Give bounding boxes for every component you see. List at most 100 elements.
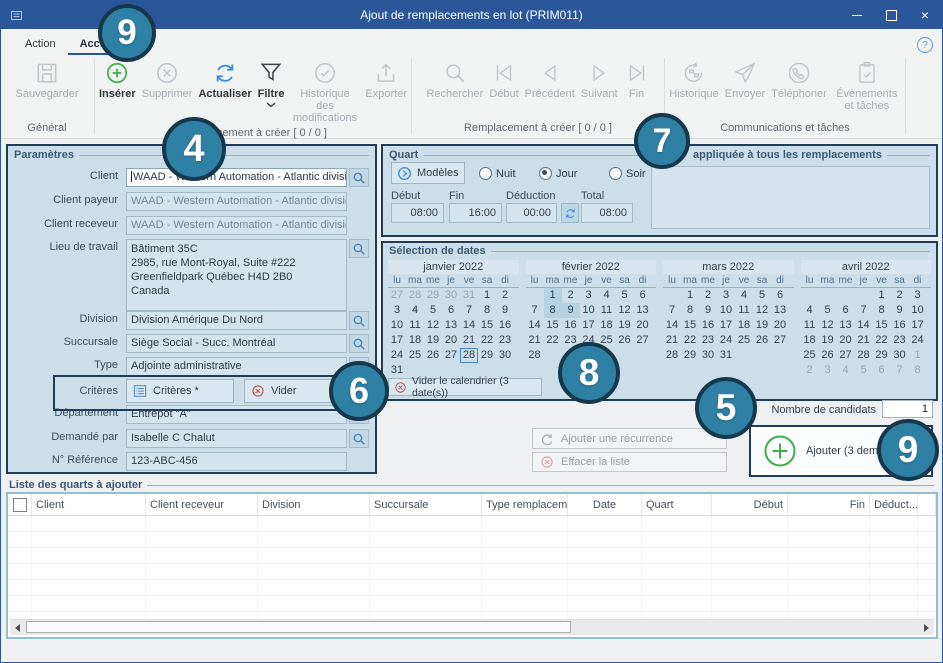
clear-list-button[interactable]: Effacer la liste bbox=[532, 452, 727, 472]
calendar-day[interactable]: 6 bbox=[442, 303, 460, 318]
calendar-day[interactable]: 15 bbox=[478, 318, 496, 333]
calendar-day[interactable]: 10 bbox=[717, 303, 735, 318]
calendar-day[interactable]: 9 bbox=[496, 303, 514, 318]
export-button[interactable]: Exporter bbox=[362, 58, 410, 102]
calendar-day[interactable]: 29 bbox=[873, 348, 891, 363]
time-field-1[interactable]: 08:00 bbox=[391, 203, 444, 223]
calendar-day[interactable]: 17 bbox=[717, 318, 735, 333]
calendar-day[interactable]: 30 bbox=[442, 288, 460, 303]
calendar-day[interactable]: 20 bbox=[771, 318, 789, 333]
calendar-day[interactable]: 12 bbox=[819, 318, 837, 333]
calendar-day[interactable]: 5 bbox=[819, 303, 837, 318]
phone-button[interactable]: Téléphoner bbox=[768, 58, 830, 102]
horizontal-scrollbar[interactable] bbox=[10, 619, 934, 635]
reference-field[interactable]: 123-ABC-456 bbox=[126, 452, 347, 471]
calendar-day[interactable]: 27 bbox=[634, 333, 652, 348]
column-header[interactable]: Division bbox=[258, 494, 370, 515]
calendar-day[interactable]: 21 bbox=[855, 333, 873, 348]
column-header[interactable]: Déduct... bbox=[870, 494, 918, 515]
insert-button[interactable]: Insérer bbox=[96, 58, 139, 102]
calendar-day[interactable]: 28 bbox=[855, 348, 873, 363]
calendar-day[interactable]: 17 bbox=[580, 318, 598, 333]
calendar-day[interactable]: 27 bbox=[771, 333, 789, 348]
calendar-day[interactable]: 11 bbox=[801, 318, 819, 333]
time-field-2[interactable]: 16:00 bbox=[449, 203, 502, 223]
calendar-day[interactable]: 23 bbox=[699, 333, 717, 348]
calendar-day[interactable]: 1 bbox=[873, 288, 891, 303]
calendar-day[interactable]: 7 bbox=[460, 303, 478, 318]
calendar-day[interactable]: 25 bbox=[406, 348, 424, 363]
send-button[interactable]: Envoyer bbox=[722, 58, 768, 102]
calendar-day[interactable]: 3 bbox=[580, 288, 598, 303]
lieu-travail-search-button[interactable] bbox=[349, 239, 369, 258]
calendar-day[interactable]: 1 bbox=[478, 288, 496, 303]
calendar-day[interactable]: 30 bbox=[496, 348, 514, 363]
calendar-day[interactable]: 4 bbox=[598, 288, 616, 303]
calendar-day[interactable]: 29 bbox=[681, 348, 699, 363]
calendar-day[interactable]: 2 bbox=[801, 363, 819, 378]
calendar-day[interactable]: 12 bbox=[616, 303, 634, 318]
calendar-day[interactable]: 15 bbox=[681, 318, 699, 333]
succursale-search-button[interactable] bbox=[349, 334, 369, 353]
history-modifications-button[interactable]: Historique des modifications bbox=[288, 58, 363, 126]
criteres-button[interactable]: Critères * bbox=[126, 379, 234, 403]
division-field[interactable]: Division Amérique Du Nord bbox=[126, 311, 347, 330]
refresh-button[interactable]: Actualiser bbox=[195, 58, 254, 102]
calendar-day[interactable]: 11 bbox=[735, 303, 753, 318]
column-header[interactable]: Quart bbox=[642, 494, 712, 515]
filter-button[interactable]: Filtre bbox=[255, 58, 288, 110]
calendar-day[interactable]: 28 bbox=[526, 348, 544, 363]
add-recurrence-button[interactable]: Ajouter une récurrence bbox=[532, 428, 727, 449]
calendar-day[interactable]: 13 bbox=[634, 303, 652, 318]
division-search-button[interactable] bbox=[349, 311, 369, 330]
delete-button[interactable]: Supprimer bbox=[139, 58, 196, 102]
calendar-day[interactable]: 21 bbox=[460, 333, 478, 348]
calendar-day[interactable]: 4 bbox=[837, 363, 855, 378]
calendar-day[interactable]: 23 bbox=[496, 333, 514, 348]
calendar-day[interactable]: 27 bbox=[388, 288, 406, 303]
calendar-day[interactable]: 25 bbox=[735, 333, 753, 348]
calendar-day[interactable]: 9 bbox=[891, 303, 909, 318]
calendar-day[interactable]: 2 bbox=[891, 288, 909, 303]
calendar-day[interactable]: 19 bbox=[424, 333, 442, 348]
help-icon[interactable]: ? bbox=[917, 37, 933, 53]
calendar-day[interactable]: 21 bbox=[526, 333, 544, 348]
calendar-day[interactable]: 8 bbox=[478, 303, 496, 318]
calendar-day[interactable]: 6 bbox=[634, 288, 652, 303]
radio-soir[interactable]: Soir bbox=[609, 167, 646, 180]
calendar-day[interactable]: 4 bbox=[406, 303, 424, 318]
demande-par-field[interactable]: Isabelle C Chalut bbox=[126, 429, 347, 448]
note-textarea[interactable] bbox=[651, 166, 930, 229]
calendar-day[interactable]: 12 bbox=[424, 318, 442, 333]
calendar-day[interactable]: 14 bbox=[663, 318, 681, 333]
calendar-day[interactable]: 16 bbox=[562, 318, 580, 333]
history-button[interactable]: Historique bbox=[666, 58, 722, 102]
next-button[interactable]: Suivant bbox=[578, 58, 621, 102]
type-field[interactable]: Adjointe administrative bbox=[126, 357, 347, 376]
time-field-3[interactable]: 00:00 bbox=[506, 203, 557, 223]
calendar-day[interactable]: 19 bbox=[616, 318, 634, 333]
calendar-day[interactable]: 1 bbox=[909, 348, 927, 363]
calendar-day[interactable]: 9 bbox=[562, 303, 580, 318]
calendar-day[interactable]: 8 bbox=[544, 303, 562, 318]
calendar-day[interactable]: 9 bbox=[699, 303, 717, 318]
calendar-day[interactable]: 5 bbox=[855, 363, 873, 378]
calendar-day[interactable]: 26 bbox=[753, 333, 771, 348]
calendar-day[interactable]: 4 bbox=[801, 303, 819, 318]
calendar-day[interactable]: 15 bbox=[873, 318, 891, 333]
calendar-day[interactable]: 20 bbox=[837, 333, 855, 348]
calendar-day[interactable]: 16 bbox=[891, 318, 909, 333]
calendar-day[interactable]: 13 bbox=[771, 303, 789, 318]
calendar-day[interactable]: 14 bbox=[855, 318, 873, 333]
clear-calendar-button[interactable]: Vider le calendrier (3 date(s)) bbox=[388, 378, 542, 396]
calendar-day[interactable]: 10 bbox=[580, 303, 598, 318]
calendar-day[interactable]: 22 bbox=[873, 333, 891, 348]
scroll-right-icon[interactable] bbox=[919, 620, 934, 635]
calendar-day[interactable]: 21 bbox=[663, 333, 681, 348]
calendar-day[interactable]: 8 bbox=[873, 303, 891, 318]
calendar-day[interactable]: 5 bbox=[616, 288, 634, 303]
calendar-day[interactable]: 17 bbox=[909, 318, 927, 333]
calendar-day[interactable]: 16 bbox=[699, 318, 717, 333]
deduction-refresh-button[interactable] bbox=[561, 203, 579, 223]
calendar-day[interactable]: 1 bbox=[681, 288, 699, 303]
